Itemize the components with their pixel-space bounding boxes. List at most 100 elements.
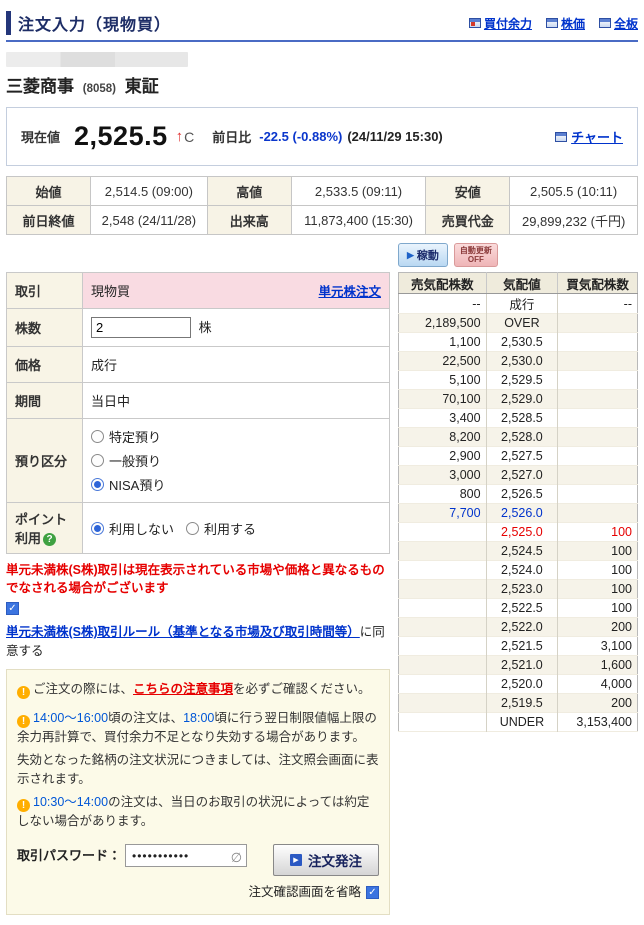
auto-update-off-button[interactable]: 自動更新 OFF — [453, 243, 498, 268]
quote-price[interactable]: 2,522.0 — [485, 617, 558, 637]
quote-price[interactable]: 2,520.0 — [485, 674, 558, 694]
unit-share-order-link[interactable]: 単元株注文 — [318, 281, 381, 300]
quote-value: 29,899,232 (千円) — [509, 205, 638, 235]
quote-label: 高値 — [206, 176, 292, 206]
current-price-value: 2,525.5 — [74, 121, 168, 151]
sell-quantity: 2,189,500 — [424, 316, 481, 331]
quote-row: 前日終値 2,548 (24/11/28) 出来高 11,873,400 (15… — [6, 205, 638, 235]
quantity-input[interactable] — [91, 317, 191, 339]
quote-price[interactable]: 2,521.0 — [485, 655, 558, 675]
place-order-button[interactable]: ▶ 注文発注 — [273, 844, 379, 877]
sell-quantity: 3,400 — [449, 411, 481, 426]
quote-price[interactable]: 2,522.5 — [485, 598, 558, 618]
buy-quantity — [557, 503, 638, 523]
sell-quantity: 3,000 — [449, 468, 481, 483]
sell-quantity: -- — [472, 296, 481, 311]
redacted-account-info — [6, 52, 188, 67]
point-option[interactable]: 利用しない — [91, 519, 174, 538]
trade-type-label: 取引 — [6, 272, 83, 310]
warning-icon: ! — [17, 798, 30, 812]
quote-price[interactable]: 2,526.5 — [485, 484, 558, 504]
order-book-row: 2,525.0 100 — [398, 522, 638, 542]
buy-quantity — [557, 465, 638, 485]
quantity-unit: 株 — [198, 320, 212, 336]
buy-quantity: 100 — [557, 598, 638, 618]
quote-price[interactable]: 成行 — [485, 293, 558, 314]
header-link[interactable]: 全板 — [598, 15, 638, 32]
skip-confirm-row: 注文確認画面を省略 — [248, 883, 379, 902]
quote-price[interactable]: 2,529.5 — [485, 370, 558, 390]
skip-confirm-checkbox[interactable] — [366, 886, 379, 900]
price-header: 気配値 — [485, 272, 558, 295]
caution-link[interactable]: こちらの注意事項 — [133, 682, 233, 696]
notes-box: ! ご注文の際には、こちらの注意事項を必ずご確認ください。 ! 14:00～16:0… — [6, 669, 390, 916]
order-book-row: 3,400 2,528.5 — [398, 408, 638, 428]
chart-link[interactable]: チャート — [555, 127, 623, 146]
deposit-option[interactable]: 特定預り — [91, 427, 381, 446]
trading-rule-link[interactable]: 単元未満株(S株)取引ルール（基準となる市場及び取引時間等） — [6, 625, 360, 639]
quote-value: 2,548 (24/11/28) — [90, 205, 208, 235]
sell-quantity — [399, 580, 487, 599]
quote-price[interactable]: 2,528.5 — [485, 408, 558, 428]
header-link-label: 全板 — [613, 16, 638, 31]
eye-off-icon[interactable]: ∅ — [231, 848, 242, 868]
sell-quantity — [399, 713, 487, 732]
quote-price[interactable]: 2,530.5 — [485, 332, 558, 352]
quote-price[interactable]: 2,521.5 — [485, 636, 558, 656]
order-book-row: 2,522.5 100 — [398, 598, 638, 618]
quote-price[interactable]: 2,526.0 — [485, 503, 558, 523]
stock-code: (8058) — [82, 83, 116, 95]
buy-quantity — [557, 427, 638, 447]
quote-price[interactable]: 2,524.0 — [485, 560, 558, 580]
board-controls: ▶ 稼動 自動更新 OFF — [6, 243, 638, 268]
trade-password-input[interactable] — [125, 844, 248, 868]
order-book-row: 3,000 2,527.0 — [398, 465, 638, 485]
header-link[interactable]: 買付余力 — [468, 15, 532, 32]
quote-price[interactable]: 2,529.0 — [485, 389, 558, 409]
current-price-panel: 現在値 2,525.5 ↑ C 前日比 -22.5 (-0.88%) (24/1… — [6, 107, 638, 166]
buy-quantity: 3,153,400 — [557, 712, 638, 732]
quote-price[interactable]: 2,527.0 — [485, 465, 558, 485]
header-link[interactable]: 株価 — [545, 15, 585, 32]
order-book-row: 2,189,500 OVER — [398, 313, 638, 333]
change-value: -22.5 (-0.88%) — [259, 129, 343, 144]
current-price-label: 現在値 — [21, 130, 61, 145]
sell-quantity: 70,100 — [442, 392, 481, 407]
skip-confirm-label: 注文確認画面を省略 — [248, 885, 361, 900]
quote-label: 前日終値 — [6, 205, 91, 235]
quote-value: 2,533.5 (09:11) — [290, 176, 427, 206]
sell-quantity: 22,500 — [442, 354, 481, 369]
buy-quantity — [557, 332, 638, 352]
deposit-option[interactable]: 一般預り — [91, 451, 381, 470]
quote-label: 出来高 — [206, 205, 292, 235]
quote-price[interactable]: 2,519.5 — [485, 693, 558, 713]
point-option[interactable]: 利用する — [186, 519, 256, 538]
buy-quantity — [557, 484, 638, 504]
order-book-row: 5,100 2,529.5 — [398, 370, 638, 390]
order-book-row: 1,100 2,530.5 — [398, 332, 638, 352]
quote-price[interactable]: 2,523.0 — [485, 579, 558, 599]
agreement-checkbox[interactable] — [6, 602, 19, 616]
buy-quantity: 4,000 — [557, 674, 638, 694]
help-icon[interactable]: ? — [43, 533, 57, 547]
sell-quantity — [399, 637, 487, 656]
price-type-value: 成行 — [82, 346, 390, 384]
quote-row: 始値 2,514.5 (09:00) 高値 2,533.5 (09:11) 安値… — [6, 176, 638, 206]
quote-summary-table: 始値 2,514.5 (09:00) 高値 2,533.5 (09:11) 安値… — [6, 176, 638, 235]
order-form-table: 取引 現物買 単元株注文 株数 株 価格 — [6, 272, 390, 555]
deposit-option[interactable]: NISA預り — [91, 475, 381, 494]
quote-price[interactable]: UNDER — [485, 712, 558, 732]
sell-quantity: 2,900 — [449, 449, 481, 464]
quote-price[interactable]: 2,530.0 — [485, 351, 558, 371]
quote-price[interactable]: 2,524.5 — [485, 541, 558, 561]
quote-price[interactable]: OVER — [485, 313, 558, 333]
quote-price[interactable]: 2,528.0 — [485, 427, 558, 447]
note-line-3: 失効となった銘柄の注文状況につきましては、注文照会画面に表示されます。 — [17, 753, 379, 786]
run-button[interactable]: ▶ 稼動 — [398, 243, 448, 267]
odd-lot-warning-text: 単元未満株(S株)取引は現在表示されている市場や価格と異なるものでなされる場合が… — [6, 563, 385, 595]
order-book-row: 2,519.5 200 — [398, 693, 638, 713]
quote-price[interactable]: 2,527.5 — [485, 446, 558, 466]
quote-price[interactable]: 2,525.0 — [485, 522, 558, 542]
order-book-row: 2,523.0 100 — [398, 579, 638, 599]
order-book-row: 2,521.5 3,100 — [398, 636, 638, 656]
